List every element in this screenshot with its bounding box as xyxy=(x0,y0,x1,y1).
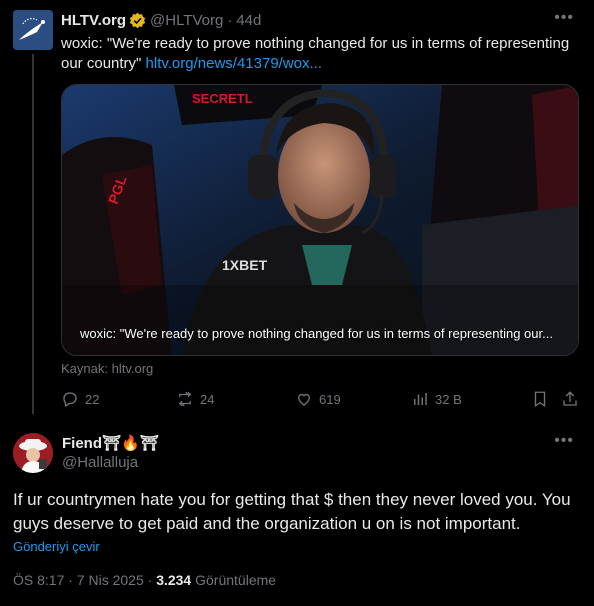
repost-icon xyxy=(178,391,192,407)
tweet-time[interactable]: 44d xyxy=(236,12,261,29)
separator-dot: · xyxy=(227,11,233,29)
thread-line xyxy=(32,54,34,414)
tweet-link[interactable]: hltv.org/news/41379/wox... xyxy=(146,55,322,72)
share-button[interactable] xyxy=(561,388,579,410)
author-handle[interactable]: @Hallalluja xyxy=(62,454,138,471)
reply-count: 22 xyxy=(85,391,100,407)
author-handle[interactable]: @HLTVorg xyxy=(150,12,223,29)
reply-button[interactable]: 22 xyxy=(61,388,99,410)
author-name[interactable]: Fiend⛩🔥⛩ xyxy=(62,434,159,452)
like-button[interactable]: 619 xyxy=(295,388,341,410)
verified-gold-badge-icon xyxy=(129,12,146,28)
like-count: 619 xyxy=(319,391,341,407)
like-icon xyxy=(298,393,310,406)
link-card-image[interactable]: PGL SECRETL PGL 1XBET woxic: "We're read xyxy=(61,84,579,356)
views-label: Görüntüleme xyxy=(191,572,277,588)
views-icon xyxy=(414,393,427,405)
reply-icon xyxy=(63,392,77,407)
view-count: 3.234 xyxy=(156,572,192,588)
player-photo: PGL SECRETL PGL 1XBET xyxy=(62,85,578,355)
avatar-illustration xyxy=(13,433,53,473)
author-name[interactable]: HLTV.org xyxy=(61,12,126,29)
svg-text:SECRETL: SECRETL xyxy=(192,91,253,106)
hltv-avatar[interactable] xyxy=(13,10,53,50)
repost-button[interactable]: 24 xyxy=(176,388,214,410)
tweet-text: If ur countrymen hate you for getting th… xyxy=(13,490,571,533)
link-source[interactable]: Kaynak: hltv.org xyxy=(61,361,153,376)
tweet-text: woxic: "We're ready to prove nothing cha… xyxy=(61,34,581,74)
tweet-actions: 22 24 619 32 B xyxy=(61,388,581,412)
more-options-icon[interactable]: ••• xyxy=(554,432,574,450)
svg-text:1XBET: 1XBET xyxy=(222,257,268,273)
tweet-timestamp[interactable]: ÖS 8:17 · 7 Nis 2025 · xyxy=(13,572,156,588)
bookmark-icon xyxy=(534,391,546,408)
repost-count: 24 xyxy=(200,391,215,407)
share-icon xyxy=(563,391,577,406)
view-count: 32 B xyxy=(435,391,462,407)
tweet-header: HLTV.org @HLTVorg · 44d xyxy=(61,10,261,30)
link-card-title: woxic: "We're ready to prove nothing cha… xyxy=(80,326,553,341)
translate-post-link[interactable]: Gönderiyi çevir xyxy=(13,539,100,554)
bookmark-button[interactable] xyxy=(531,388,549,410)
fiend-avatar[interactable] xyxy=(13,433,53,473)
hltv-logo-icon xyxy=(13,10,53,50)
tweet-meta: ÖS 8:17 · 7 Nis 2025 · 3.234 Görüntüleme xyxy=(13,572,276,588)
more-options-icon[interactable]: ••• xyxy=(554,9,574,27)
views-button[interactable]: 32 B xyxy=(411,388,462,410)
tweet-reply[interactable]: Fiend⛩🔥⛩ @Hallalluja ••• If ur countryme… xyxy=(0,420,594,606)
tweet-hltv[interactable]: HLTV.org @HLTVorg · 44d ••• woxic: "We'r… xyxy=(0,0,594,420)
